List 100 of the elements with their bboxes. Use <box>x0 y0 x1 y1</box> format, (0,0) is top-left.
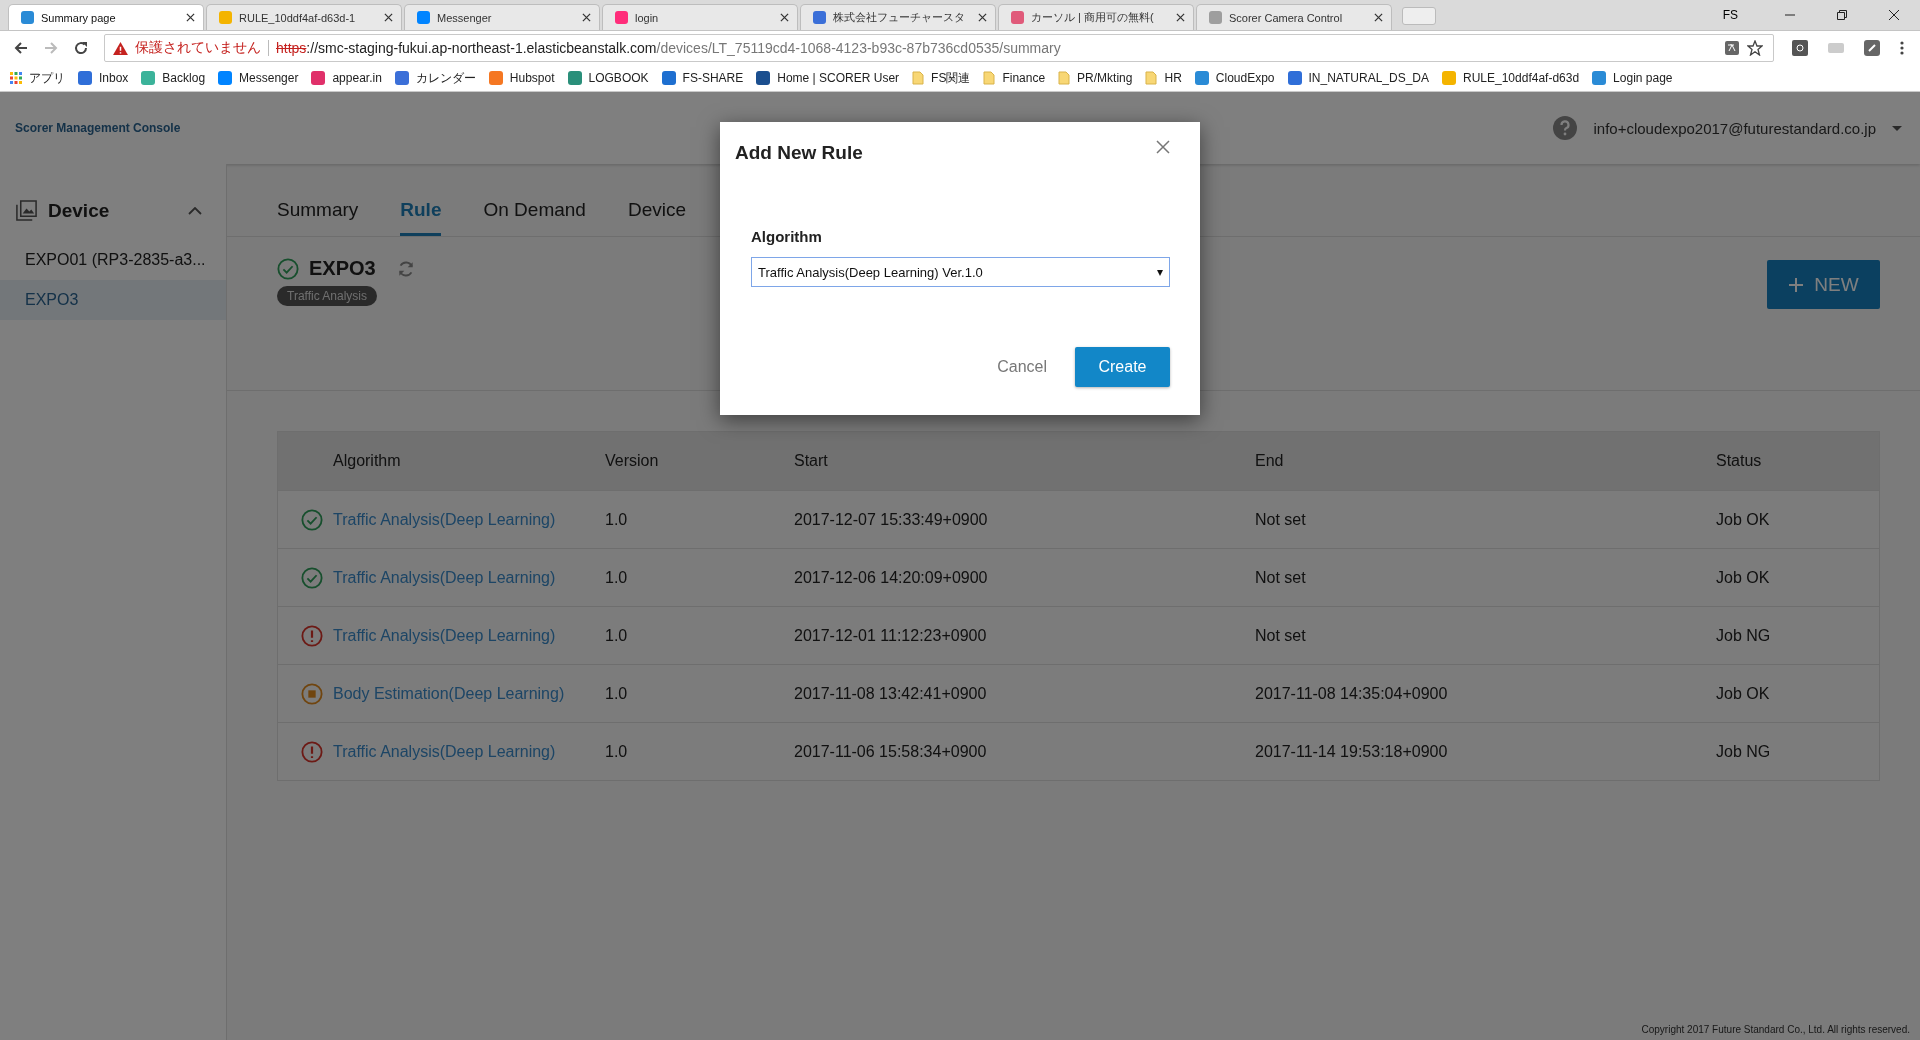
plus-icon <box>1788 276 1805 293</box>
browser-tab[interactable]: RULE_10ddf4af-d63d-1 <box>206 4 402 30</box>
close-icon[interactable] <box>780 13 789 22</box>
apps-grid-icon <box>10 72 22 84</box>
bookmark[interactable]: HR <box>1145 71 1182 85</box>
browser-tab[interactable]: カーソル | 商用可の無料( <box>998 4 1194 30</box>
check-circle-icon <box>277 257 299 280</box>
algorithm-select[interactable]: Traffic Analysis(Deep Learning) Ver.1.0 ▾ <box>751 257 1170 287</box>
sidebar-title: Device <box>48 199 110 222</box>
bookmark[interactable]: Home | SCORER User <box>756 71 900 85</box>
browser-tab[interactable]: login <box>602 4 798 30</box>
browser-tab[interactable]: Messenger <box>404 4 600 30</box>
tab-title: カーソル | 商用可の無料( <box>1031 10 1155 25</box>
table-cell-text: 1.0 <box>605 626 629 645</box>
table-cell-text: 2017-12-06 14:20:09+0900 <box>794 568 989 587</box>
device-name: EXPO3 <box>309 257 376 280</box>
profile-button[interactable]: FS <box>1722 8 1738 22</box>
bookmark[interactable]: IN_NATURAL_DS_DA <box>1287 71 1429 85</box>
folder-icon <box>1058 71 1071 85</box>
close-icon[interactable] <box>1888 9 1900 21</box>
table-cell-text: 1.0 <box>605 684 629 703</box>
bookmark[interactable]: Backlog <box>141 71 206 85</box>
folder-icon <box>1145 71 1158 85</box>
table-cell-text: Job OK <box>1716 684 1771 703</box>
browser-tab[interactable]: Scorer Camera Control <box>1196 4 1392 30</box>
page-tab[interactable]: Device <box>627 199 686 236</box>
table-cell-text: Not set <box>1255 510 1307 529</box>
device-item[interactable]: EXPO01 (RP3-2835-a3... <box>0 240 226 280</box>
table-cell-text: Job OK <box>1716 510 1771 529</box>
address-bar[interactable]: 保護されていません https://smc-staging-fukui.ap-northeast-1.elasticbeanstalk.com/devices/LT_75119cd4-1068-4123-b93c-87b736cd0535/summary <box>104 34 1774 62</box>
user-menu[interactable]: info+cloudexpo2017@futurestandard.co.jp <box>1593 119 1876 137</box>
bookmark[interactable]: PR/Mkting <box>1058 71 1133 85</box>
browser-tab[interactable]: Summary page <box>8 4 204 30</box>
page-tab[interactable]: On Demand <box>483 199 586 236</box>
bookmark[interactable]: FS-SHARE <box>661 71 744 85</box>
chevron-icon[interactable] <box>188 206 202 215</box>
table-cell-text: 2017-11-08 14:35:04+0900 <box>1255 684 1449 703</box>
reload-icon[interactable] <box>73 40 89 56</box>
folder-icon <box>983 71 996 85</box>
bookmark[interactable]: Messenger <box>218 71 299 85</box>
bookmark[interactable]: Inbox <box>78 71 129 85</box>
bookmark[interactable]: Hubspot <box>488 71 555 85</box>
tab-title: Summary page <box>41 11 117 24</box>
table-cell-text: Job NG <box>1716 742 1772 761</box>
column-header: End <box>1255 452 1285 470</box>
tab-title: RULE_10ddf4af-d63d-1 <box>239 11 357 24</box>
copyright-text: Copyright 2017 Future Standard Co., Ltd. All rights reserved. <box>1641 1024 1910 1035</box>
column-header: Algorithm <box>332 452 402 470</box>
bookmark[interactable]: Finance <box>983 71 1046 85</box>
table-cell-text: Job NG <box>1716 626 1772 645</box>
extension-icon[interactable] <box>1792 40 1808 56</box>
caret-icon[interactable] <box>1892 125 1902 131</box>
table-cell-text: 2017-11-06 15:58:34+0900 <box>794 742 988 761</box>
extension-icon[interactable] <box>1864 40 1880 56</box>
close-icon[interactable] <box>384 13 393 22</box>
table-cell-text: 1.0 <box>605 568 629 587</box>
table-cell-text: 2017-12-07 15:33:49+0900 <box>794 510 989 529</box>
page-tab[interactable]: Summary <box>277 199 359 236</box>
table-cell-text: 1.0 <box>605 510 629 529</box>
close-icon[interactable] <box>186 13 195 22</box>
back-icon[interactable] <box>13 40 29 56</box>
close-icon[interactable] <box>978 13 987 22</box>
column-header: Status <box>1716 452 1763 470</box>
bookmark[interactable]: LOGBOOK <box>567 71 649 85</box>
close-icon[interactable] <box>582 13 591 22</box>
security-warning: 保護されていません <box>135 39 261 57</box>
table-cell-text: 2017-11-08 13:42:41+0900 <box>794 684 988 703</box>
table-cell-text: 2017-12-01 11:12:23+0900 <box>794 626 988 645</box>
field-label: Algorithm <box>751 228 823 245</box>
tab-title: Messenger <box>437 11 493 24</box>
close-icon[interactable] <box>1374 13 1383 22</box>
bookmark[interactable]: カレンダー <box>394 69 476 87</box>
tab-title: 株式会社フューチャースタ <box>833 10 966 25</box>
browser-tab[interactable]: 株式会社フューチャースタ <box>800 4 996 30</box>
close-icon[interactable] <box>1176 13 1185 22</box>
bookmark[interactable]: RULE_10ddf4af-d63d <box>1442 71 1580 85</box>
cancel-button[interactable]: Cancel <box>997 358 1047 376</box>
bookmark[interactable]: appear.in <box>311 71 382 85</box>
bookmark[interactable]: アプリ <box>10 69 65 87</box>
column-header: Version <box>605 452 660 470</box>
translate-icon[interactable] <box>1724 40 1740 56</box>
restore-icon[interactable] <box>1836 9 1848 21</box>
folder-icon <box>912 71 925 85</box>
tab-title: login <box>635 11 660 24</box>
table-cell-text: Not set <box>1255 568 1307 587</box>
bookmark[interactable]: Login page <box>1592 71 1673 85</box>
gallery-icon <box>15 199 38 222</box>
table-cell-text: 1.0 <box>605 742 629 761</box>
tab-title: Scorer Camera Control <box>1229 11 1344 24</box>
bookmark[interactable]: FS関連 <box>912 69 971 87</box>
dialog-title: Add New Rule <box>735 142 863 164</box>
bookmark[interactable]: CloudExpo <box>1194 71 1275 85</box>
url-text: https://smc-staging-fukui.ap-northeast-1.elasticbeanstalk.com/devices/LT_75119cd4-1068-4123-b93c-87b736cd0535/summary <box>276 40 1061 56</box>
create-button[interactable]: Create <box>1075 347 1170 387</box>
star-icon[interactable] <box>1747 40 1763 56</box>
column-header: Start <box>794 452 829 470</box>
menu-icon[interactable] <box>1900 40 1904 56</box>
help-icon[interactable] <box>1553 116 1578 140</box>
warning-icon <box>113 41 128 55</box>
table-cell-text: Job OK <box>1716 568 1771 587</box>
